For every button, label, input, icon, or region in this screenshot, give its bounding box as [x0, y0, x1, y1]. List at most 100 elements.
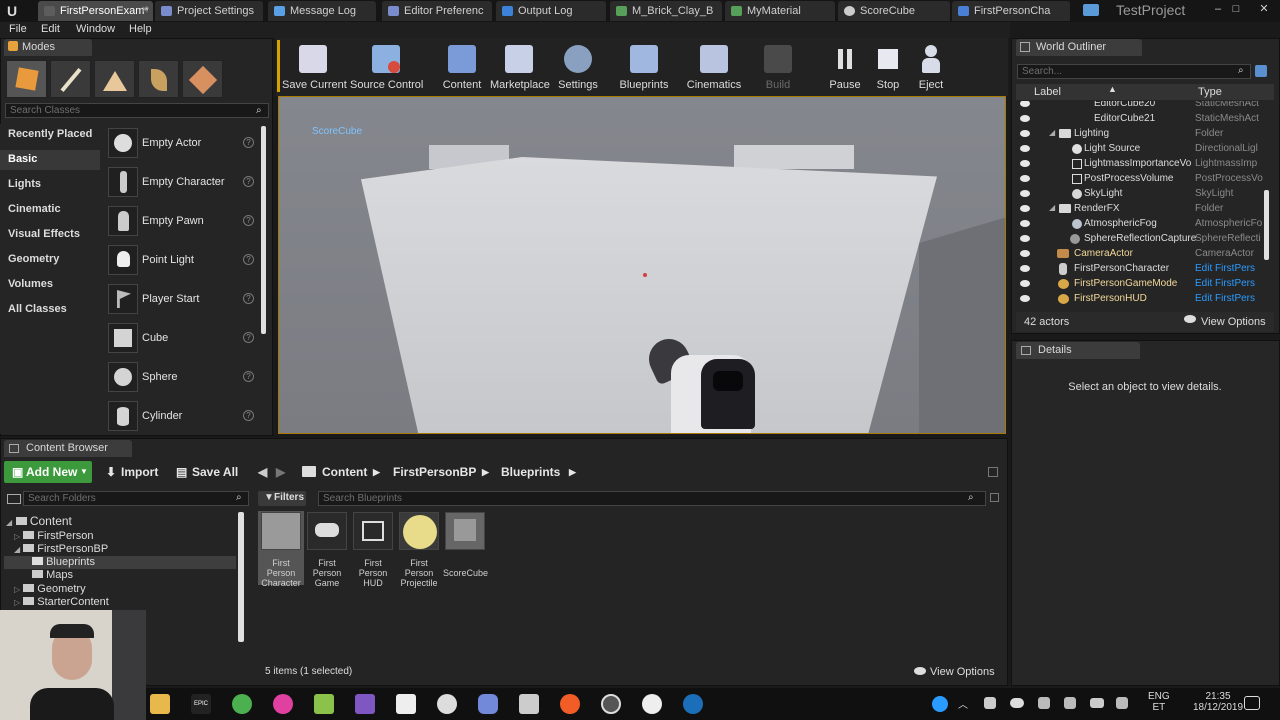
- place-item-empty-actor[interactable]: Empty Actor?: [106, 124, 256, 162]
- chevron-up-icon[interactable]: ︿: [958, 696, 968, 711]
- breadcrumb-content[interactable]: Content: [322, 465, 367, 479]
- scrollbar[interactable]: [238, 512, 244, 642]
- column-label[interactable]: Label: [1034, 86, 1061, 98]
- help-icon[interactable]: ?: [243, 410, 254, 421]
- place-item-empty-character[interactable]: Empty Character?: [106, 163, 256, 201]
- eye-icon[interactable]: [1020, 205, 1030, 212]
- help-icon[interactable]: [932, 696, 948, 712]
- expand-arrow-icon[interactable]: ◢: [1049, 203, 1055, 212]
- place-item-cube[interactable]: Cube?: [106, 319, 256, 357]
- asset-score-cube[interactable]: ScoreCube: [443, 512, 488, 578]
- landscape-mode-icon[interactable]: [94, 60, 135, 98]
- asset-first-person-projectile[interactable]: First Person Projectile: [397, 512, 441, 588]
- eye-icon[interactable]: [1020, 190, 1030, 197]
- outliner-row[interactable]: EditorCube20 StaticMeshAct: [1016, 101, 1272, 112]
- cloud-icon[interactable]: [1010, 698, 1024, 708]
- eye-icon[interactable]: [1020, 145, 1030, 152]
- pause-button[interactable]: Pause: [826, 42, 864, 94]
- tab-first-person-character[interactable]: FirstPersonCha: [952, 1, 1070, 21]
- eye-icon[interactable]: [1020, 101, 1030, 107]
- marketplace-button[interactable]: Marketplace: [490, 42, 550, 94]
- menu-window[interactable]: Window: [76, 23, 115, 35]
- place-item-point-light[interactable]: Point Light?: [106, 241, 256, 279]
- help-icon[interactable]: ?: [243, 215, 254, 226]
- edit-blueprint-link[interactable]: Edit FirstPers: [1195, 263, 1273, 274]
- menu-edit[interactable]: Edit: [41, 23, 60, 35]
- battery-icon[interactable]: [1090, 698, 1104, 708]
- blender-icon[interactable]: [560, 694, 580, 714]
- steam-icon[interactable]: [683, 694, 703, 714]
- tree-firstpersonbp[interactable]: ◢ FirstPersonBP: [14, 543, 108, 555]
- app-icon[interactable]: [519, 694, 539, 714]
- outliner-row[interactable]: FirstPersonGameMode Edit FirstPers: [1016, 277, 1272, 292]
- outliner-row[interactable]: LightmassImportanceVo LightmassImp: [1016, 157, 1272, 172]
- obs-icon[interactable]: [601, 694, 621, 714]
- paint-mode-icon[interactable]: [50, 60, 91, 98]
- tab-output-log[interactable]: Output Log: [496, 1, 606, 21]
- unreal-engine-icon[interactable]: [642, 694, 662, 714]
- expand-arrow-icon[interactable]: ◢: [1049, 128, 1055, 137]
- eye-icon[interactable]: [1020, 295, 1030, 302]
- asset-first-person-character[interactable]: First Person Character: [259, 512, 303, 588]
- notifications-icon[interactable]: [1244, 696, 1260, 710]
- scrollbar[interactable]: [1264, 190, 1269, 260]
- tree-content[interactable]: ◢ Content: [6, 514, 72, 528]
- outliner-row[interactable]: FirstPersonHUD Edit FirstPers: [1016, 292, 1272, 307]
- category-cinematic[interactable]: Cinematic: [8, 203, 61, 215]
- eye-icon[interactable]: [1020, 220, 1030, 227]
- category-recently-placed[interactable]: Recently Placed: [8, 128, 92, 140]
- blueprints-button[interactable]: Blueprints: [618, 42, 670, 94]
- category-basic[interactable]: Basic: [8, 153, 37, 165]
- source-control-button[interactable]: Source Control: [350, 42, 423, 94]
- tab-editor-preferences[interactable]: Editor Preferenc: [382, 1, 492, 21]
- import-button[interactable]: Import: [121, 462, 158, 482]
- category-lights[interactable]: Lights: [8, 178, 41, 190]
- collapse-arrow-icon[interactable]: ▷: [14, 585, 20, 594]
- help-icon[interactable]: ?: [243, 137, 254, 148]
- tab-message-log[interactable]: Message Log: [268, 1, 376, 21]
- clock[interactable]: 21:35 18/12/2019: [1190, 691, 1246, 713]
- category-geometry[interactable]: Geometry: [8, 253, 59, 265]
- slack-icon[interactable]: [273, 694, 293, 714]
- edit-blueprint-link[interactable]: Edit FirstPers: [1195, 278, 1273, 289]
- search-assets-input[interactable]: Search Blueprints: [318, 491, 986, 506]
- epic-games-icon[interactable]: EPIC: [191, 694, 211, 714]
- eject-button[interactable]: Eject: [914, 42, 948, 94]
- menu-file[interactable]: File: [9, 23, 27, 35]
- column-type[interactable]: Type: [1198, 86, 1222, 98]
- save-all-button[interactable]: Save All: [192, 462, 238, 482]
- tab-level[interactable]: FirstPersonExam* ✕: [38, 1, 153, 21]
- tree-blueprints[interactable]: Blueprints: [32, 556, 95, 568]
- outliner-row[interactable]: Light Source DirectionalLigl: [1016, 142, 1272, 157]
- breadcrumb-firstpersonbp[interactable]: FirstPersonBP: [393, 465, 476, 479]
- minimize-button[interactable]: –: [1210, 0, 1226, 18]
- outliner-row[interactable]: SphereReflectionCapture SphereReflecti: [1016, 232, 1272, 247]
- visual-studio-icon[interactable]: [355, 694, 375, 714]
- eye-icon[interactable]: [1020, 250, 1030, 257]
- collapse-arrow-icon[interactable]: ▷: [14, 532, 20, 541]
- foliage-mode-icon[interactable]: [138, 60, 179, 98]
- eye-icon[interactable]: [1020, 130, 1030, 137]
- eye-icon[interactable]: [1020, 280, 1030, 287]
- network-icon[interactable]: [1038, 697, 1050, 709]
- tree-maps[interactable]: Maps: [32, 569, 73, 581]
- world-outliner-tab[interactable]: World Outliner: [1016, 39, 1142, 56]
- gear-icon[interactable]: [437, 694, 457, 714]
- geometry-mode-icon[interactable]: [182, 60, 223, 98]
- sources-toggle-icon[interactable]: [7, 494, 21, 504]
- content-button[interactable]: Content: [440, 42, 484, 94]
- back-arrow-icon[interactable]: ◀: [258, 462, 267, 482]
- save-current-button[interactable]: Save Current: [282, 42, 347, 94]
- close-icon[interactable]: ✕: [141, 1, 149, 21]
- menu-help[interactable]: Help: [129, 23, 152, 35]
- eye-icon[interactable]: [1020, 115, 1030, 122]
- tree-startercontent[interactable]: ▷ StarterContent: [14, 596, 109, 608]
- tab-material-brick[interactable]: M_Brick_Clay_B: [610, 1, 722, 21]
- outliner-row[interactable]: EditorCube21 StaticMeshAct: [1016, 112, 1272, 127]
- place-item-cylinder[interactable]: Cylinder?: [106, 397, 256, 435]
- place-item-player-start[interactable]: Player Start?: [106, 280, 256, 318]
- content-browser-tab[interactable]: Content Browser: [4, 440, 132, 457]
- outliner-row[interactable]: ◢ RenderFX Folder: [1016, 202, 1272, 217]
- help-icon[interactable]: ?: [243, 332, 254, 343]
- maximize-button[interactable]: □: [1228, 0, 1244, 18]
